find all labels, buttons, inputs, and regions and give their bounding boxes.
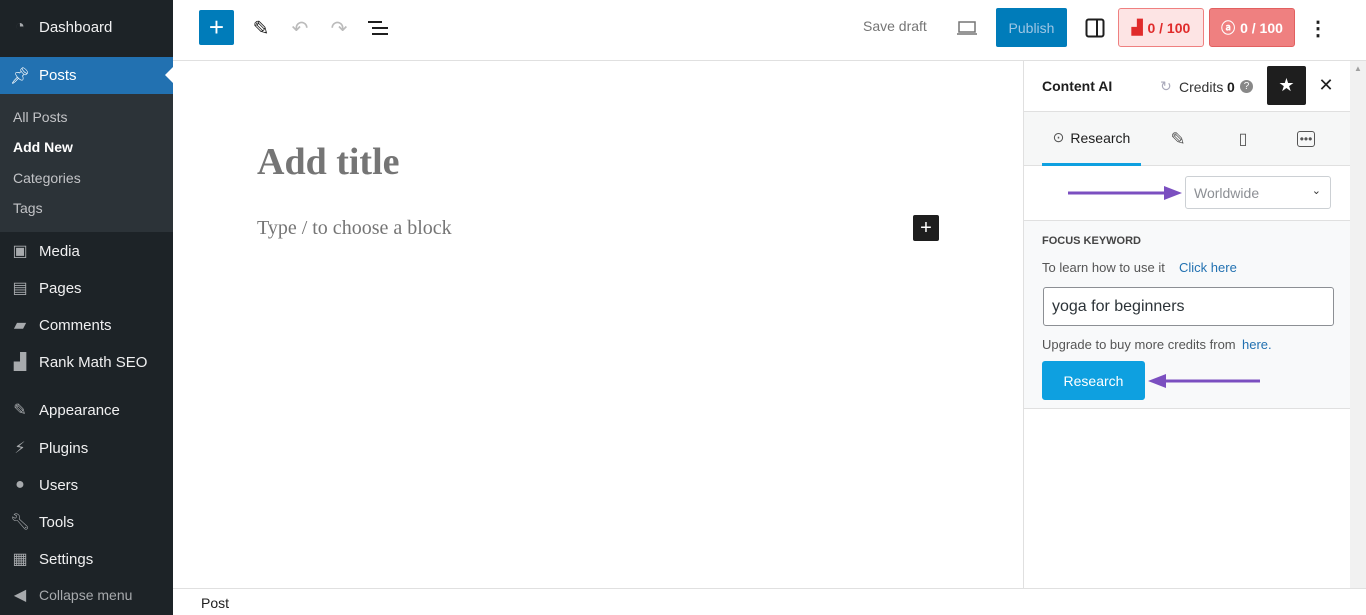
settings-panel-button[interactable]	[1083, 14, 1107, 42]
star-icon: ★	[1278, 75, 1295, 95]
collapse-menu-button[interactable]: ◀ Collapse menu	[0, 577, 173, 613]
plus-icon: +	[208, 12, 225, 42]
help-icon[interactable]: ?	[1240, 80, 1253, 93]
sidebar-item-settings[interactable]: ▦ Settings	[0, 541, 173, 577]
block-placeholder[interactable]: Type / to choose a block	[257, 217, 452, 240]
options-button[interactable]: ⋮	[1308, 14, 1328, 42]
learn-link[interactable]: Click here	[1179, 260, 1237, 275]
research-button[interactable]: Research	[1042, 361, 1145, 400]
comment-icon: ▰	[13, 317, 27, 334]
admin-sidebar: ◔ Dashboard 📌︎ Posts All Posts Add New Cat…	[0, 0, 173, 615]
edit-icon: ✎	[1170, 128, 1186, 149]
focus-keyword-section: FOCUS KEYWORD To learn how to use it Cli…	[1024, 220, 1350, 409]
sidebar-item-pages[interactable]: ▤ Pages	[0, 270, 173, 306]
sidebar-toggle-icon	[1085, 18, 1105, 38]
panel-title: Content AI	[1042, 78, 1113, 94]
panel-scrollbar[interactable]: ▲	[1350, 61, 1366, 588]
credits-label: Credits	[1179, 79, 1224, 95]
content-ai-score-button[interactable]: ⓐ 0 / 100	[1209, 8, 1295, 47]
chevron-down-icon: ⌄	[1311, 185, 1321, 197]
tab-history[interactable]: ▯	[1231, 128, 1255, 150]
add-block-button[interactable]: +	[199, 10, 234, 45]
save-draft-button[interactable]: Save draft	[863, 18, 927, 34]
close-panel-button[interactable]: ✕	[1314, 73, 1338, 97]
user-icon: ●	[15, 476, 25, 493]
post-title-input[interactable]: Add title	[257, 140, 400, 184]
credits-value: 0	[1227, 79, 1235, 95]
annotation-arrow-icon	[1068, 186, 1182, 200]
preview-button[interactable]	[955, 16, 979, 40]
submenu-tags[interactable]: Tags	[13, 200, 43, 216]
submenu-add-new[interactable]: Add New	[13, 139, 73, 155]
breadcrumb-post[interactable]: Post	[201, 595, 229, 611]
upgrade-text: Upgrade to buy more credits from	[1042, 337, 1236, 352]
collapse-icon: ◀	[13, 587, 27, 604]
rank-math-icon: ▟	[1131, 19, 1143, 35]
inline-add-block-button[interactable]: +	[913, 215, 939, 241]
focus-keyword-heading: FOCUS KEYWORD	[1042, 235, 1141, 247]
dashboard-icon: ◔	[15, 18, 25, 35]
redo-button[interactable]: ↷	[327, 14, 351, 42]
learn-text: To learn how to use it	[1042, 260, 1165, 275]
sidebar-item-comments[interactable]: ▰ Comments	[0, 307, 173, 343]
refresh-icon[interactable]: ↻	[1160, 78, 1172, 95]
plus-icon: +	[920, 216, 932, 239]
block-breadcrumb: Post	[173, 588, 1366, 615]
sidebar-item-tools[interactable]: 🔧︎ Tools	[0, 504, 173, 540]
eye-icon: ⊙	[1052, 129, 1065, 145]
focus-keyword-input[interactable]: yoga for beginners	[1043, 287, 1334, 326]
sidebar-item-media[interactable]: ▣ Media	[0, 233, 173, 269]
sidebar-item-appearance[interactable]: ✎ Appearance	[0, 392, 173, 428]
sidebar-item-plugins[interactable]: ⚡︎ Plugins	[0, 430, 173, 466]
annotation-arrow-icon	[1148, 374, 1260, 388]
undo-button[interactable]: ↶	[288, 14, 312, 42]
tools-button[interactable]: ✎	[249, 14, 273, 42]
plugin-icon: ⚡︎	[14, 440, 26, 457]
sidebar-item-rank-math[interactable]: ▟ Rank Math SEO	[0, 344, 173, 380]
laptop-icon	[957, 21, 977, 35]
document-icon: ▯	[1238, 131, 1248, 148]
undo-icon: ↶	[291, 17, 309, 40]
ai-icon: ⓐ	[1221, 19, 1236, 36]
editor-toolbar: + ✎ ↶ ↷ Save draft Publish ▟ 0 / 100 ⓐ 0 /…	[173, 0, 1366, 61]
close-icon: ✕	[1318, 74, 1334, 95]
document-overview-button[interactable]	[366, 14, 390, 42]
publish-button[interactable]: Publish	[996, 8, 1067, 47]
posts-submenu: All Posts Add New Categories Tags	[0, 94, 173, 232]
content-ai-panel: Content AI ↻ Credits 0 ? ★ ✕ ⊙ Research ✎…	[1023, 61, 1350, 588]
tab-chat[interactable]: •••	[1294, 128, 1318, 150]
settings-icon: ▦	[12, 551, 28, 568]
sidebar-item-users[interactable]: ● Users	[0, 467, 173, 503]
panel-tabs: ⊙ Research ✎ ▯ •••	[1024, 112, 1350, 166]
redo-icon: ↷	[330, 17, 348, 40]
brush-icon: ✎	[13, 402, 27, 419]
tab-write[interactable]: ✎	[1166, 128, 1190, 150]
submenu-all-posts[interactable]: All Posts	[13, 109, 67, 125]
more-vertical-icon: ⋮	[1308, 17, 1328, 40]
media-icon: ▣	[12, 243, 28, 260]
sidebar-item-posts[interactable]: 📌︎ Posts	[0, 57, 173, 94]
pages-icon: ▤	[12, 280, 28, 297]
wrench-icon: 🔧︎	[9, 514, 31, 531]
sidebar-item-dashboard[interactable]: ◔ Dashboard	[0, 9, 173, 45]
list-view-icon	[368, 21, 388, 35]
pin-panel-button[interactable]: ★	[1267, 66, 1306, 105]
rank-math-seo-score-button[interactable]: ▟ 0 / 100	[1118, 8, 1204, 47]
pencil-icon: ✎	[252, 17, 270, 40]
upgrade-link[interactable]: here.	[1242, 337, 1272, 352]
rank-math-icon: ▟	[13, 354, 27, 371]
scroll-up-icon[interactable]: ▲	[1354, 64, 1362, 73]
submenu-categories[interactable]: Categories	[13, 170, 81, 186]
location-select[interactable]: Worldwide ⌄	[1185, 176, 1331, 209]
pin-icon: 📌︎	[9, 67, 31, 85]
tab-research[interactable]: ⊙ Research	[1042, 112, 1141, 166]
chat-icon: •••	[1296, 131, 1316, 147]
